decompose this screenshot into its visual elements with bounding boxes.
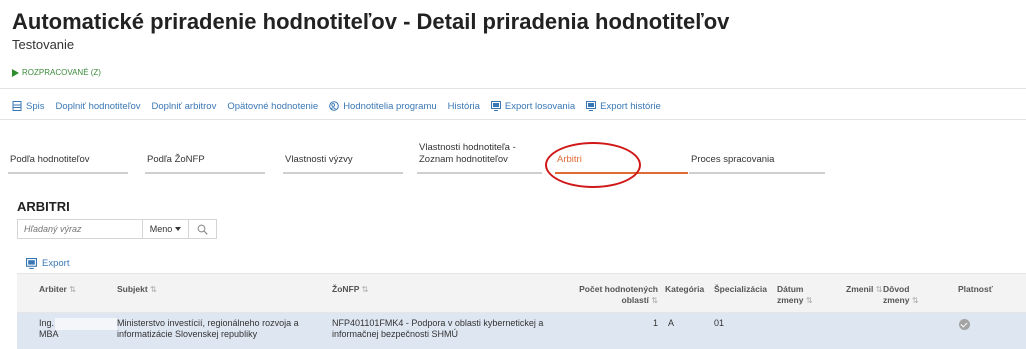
column-datum[interactable]: Dátum zmeny ⇅ xyxy=(777,284,813,306)
toolbar-label: Export histórie xyxy=(600,100,661,112)
sort-icon: ⇅ xyxy=(361,285,369,294)
search-bar: Meno xyxy=(17,219,217,241)
tab-podla-zonfp[interactable]: Podľa ŽoNFP xyxy=(145,140,265,174)
sort-icon: ⇅ xyxy=(911,296,919,305)
status-badge: ROZPRACOVANÉ (Z) xyxy=(12,68,101,77)
toolbar-label: Hodnotitelia programu xyxy=(343,100,437,112)
cell-specializacia: 01 xyxy=(714,318,725,328)
column-pocet[interactable]: Počet hodnotených oblastí ⇅ xyxy=(577,284,658,306)
divider xyxy=(0,119,1026,120)
toolbar: Spis Doplniť hodnotiteľov Doplniť arbitr… xyxy=(12,96,672,116)
chevron-down-icon xyxy=(175,227,182,231)
export-icon xyxy=(26,258,37,269)
tab-podla-hodnotitelov[interactable]: Podľa hodnotiteľov xyxy=(8,140,128,174)
users-icon xyxy=(329,101,339,111)
toolbar-hodnotitelia-programu-button[interactable]: Hodnotitelia programu xyxy=(329,100,437,112)
flag-icon xyxy=(12,68,19,77)
cell-subjekt: Ministerstvo investícií, regionálneho ro… xyxy=(117,318,299,339)
toolbar-export-historie-button[interactable]: Export histórie xyxy=(586,101,661,112)
table-header: Arbiter ⇅ Subjekt ⇅ ŽoNFP ⇅ Počet hodnot… xyxy=(17,273,1026,313)
arbiters-table: Arbiter ⇅ Subjekt ⇅ ŽoNFP ⇅ Počet hodnot… xyxy=(17,273,1026,349)
toolbar-label: Export losovania xyxy=(504,100,576,112)
export-label: Export xyxy=(42,258,70,269)
tab-label: Podľa hodnotiteľov xyxy=(10,154,90,165)
toolbar-label: Doplniť arbitrov xyxy=(151,100,217,112)
toolbar-historia-button[interactable]: História xyxy=(448,101,480,112)
search-field-dropdown[interactable]: Meno xyxy=(142,219,189,239)
column-subjekt[interactable]: Subjekt ⇅ xyxy=(117,284,157,295)
toolbar-label: Doplniť hodnotiteľov xyxy=(55,100,141,112)
divider xyxy=(0,88,1026,89)
tab-vlastnosti-vyzvy[interactable]: Vlastnosti výzvy xyxy=(283,140,403,174)
cell-zonfp: NFP401101FMK4 - Podpora v oblasti kybern… xyxy=(332,318,544,339)
tab-vlastnosti-hodnotitela[interactable]: Vlastnosti hodnotiteľa - Zoznam hodnotit… xyxy=(417,140,542,174)
page-subtitle: Testovanie xyxy=(12,37,75,52)
tab-arbitri[interactable]: Arbitri xyxy=(555,140,688,174)
column-kategoria[interactable]: Kategória xyxy=(665,284,704,295)
tab-label: Proces spracovania xyxy=(691,154,775,165)
toolbar-label: História xyxy=(447,100,480,112)
column-arbiter[interactable]: Arbiter ⇅ xyxy=(39,284,76,295)
cell-pocet: 1 xyxy=(652,318,658,328)
export-icon xyxy=(490,101,501,111)
column-dovod[interactable]: Dôvod zmeny ⇅ xyxy=(883,284,919,306)
tab-label: Arbitri xyxy=(557,154,582,165)
toolbar-spis-button[interactable]: Spis xyxy=(12,101,44,112)
export-button[interactable]: Export xyxy=(26,258,69,269)
column-zonfp[interactable]: ŽoNFP ⇅ xyxy=(332,284,368,295)
status-label: ROZPRACOVANÉ (Z) xyxy=(22,68,101,77)
export-icon xyxy=(586,101,597,111)
redacted-name xyxy=(55,318,117,330)
toolbar-doplnit-hodnotitelov-button[interactable]: Doplniť hodnotiteľov xyxy=(55,101,140,112)
sort-icon: ⇅ xyxy=(875,285,883,294)
table-row[interactable]: Ing. MBA Ministerstvo investícií, region… xyxy=(17,313,1026,349)
section-title: ARBITRI xyxy=(17,199,70,214)
sort-icon: ⇅ xyxy=(69,285,76,294)
toolbar-label: Spis xyxy=(26,100,45,112)
toolbar-opatovne-hodnotenie-button[interactable]: Opätovné hodnotenie xyxy=(227,101,318,112)
tab-label: Vlastnosti výzvy xyxy=(285,154,353,165)
toolbar-label: Opätovné hodnotenie xyxy=(227,100,319,112)
toolbar-export-losovania-button[interactable]: Export losovania xyxy=(490,100,576,112)
search-button[interactable] xyxy=(189,219,217,239)
page-title: Automatické priradenie hodnotiteľov - De… xyxy=(12,9,730,34)
sort-icon: ⇅ xyxy=(651,296,658,305)
search-icon xyxy=(197,224,208,235)
cell-kategoria: A xyxy=(668,318,675,328)
column-specializacia[interactable]: Špecializácia xyxy=(714,284,767,295)
tab-label: Podľa ŽoNFP xyxy=(147,154,205,165)
search-input[interactable] xyxy=(17,219,142,239)
column-zmenil[interactable]: Zmenil ⇅ xyxy=(846,284,882,295)
column-platnost[interactable]: Platnosť xyxy=(958,284,993,295)
tab-proces-spracovania[interactable]: Proces spracovania xyxy=(689,140,825,174)
sort-icon: ⇅ xyxy=(805,296,813,305)
search-field-label: Meno xyxy=(149,224,173,234)
file-icon xyxy=(12,101,22,111)
sort-icon: ⇅ xyxy=(150,285,157,294)
tab-label: Vlastnosti hodnotiteľa - Zoznam hodnotit… xyxy=(419,142,516,165)
toolbar-doplnit-arbitrov-button[interactable]: Doplniť arbitrov xyxy=(152,101,217,112)
check-circle-icon xyxy=(959,319,970,330)
